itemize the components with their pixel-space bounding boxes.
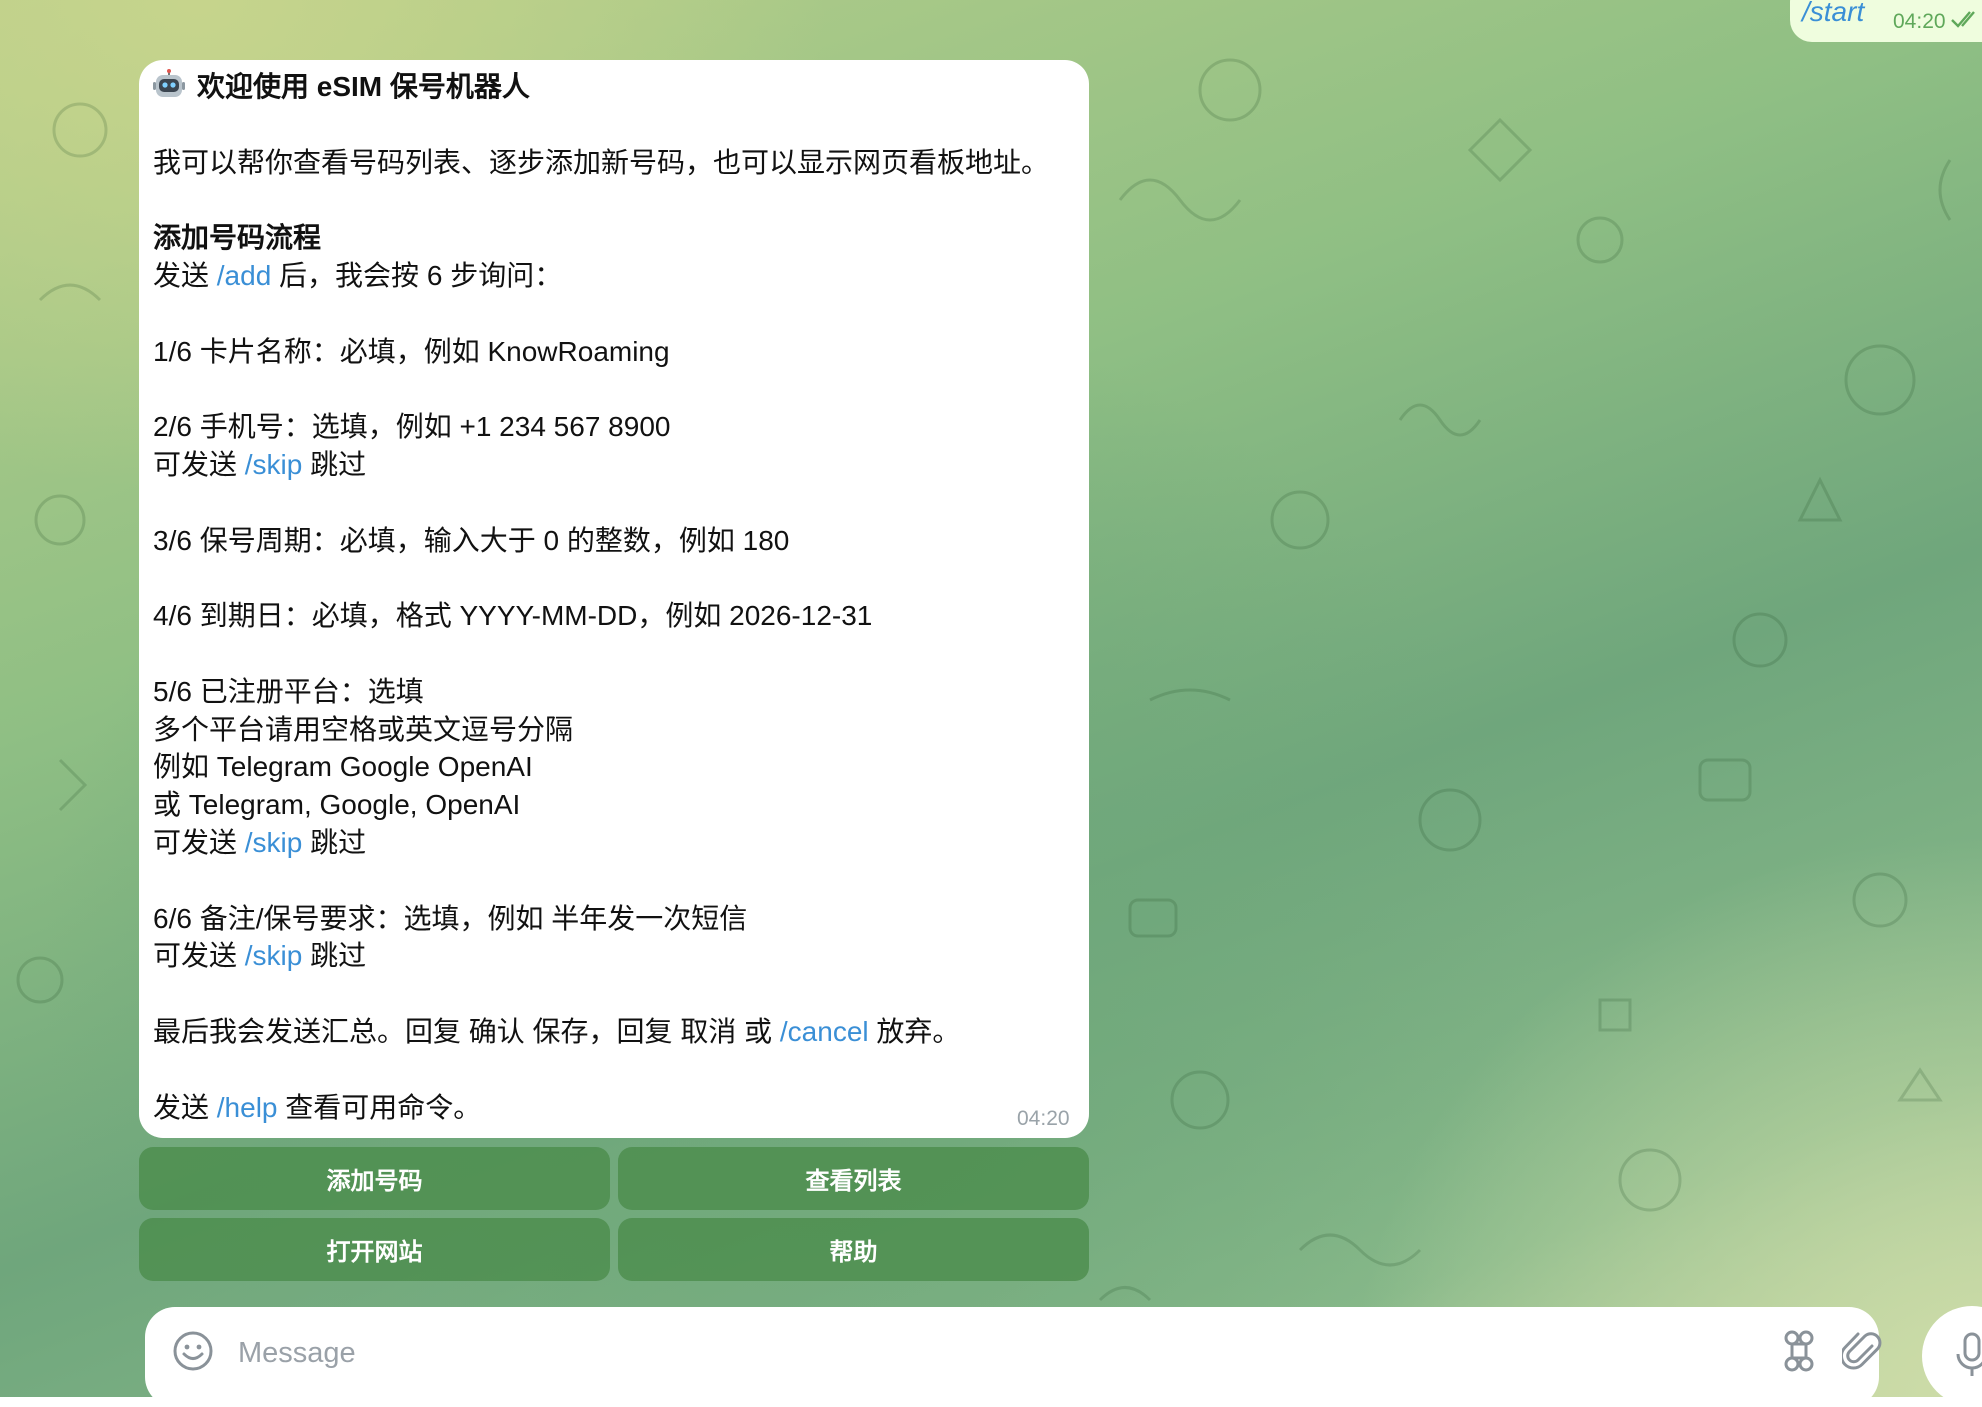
message-text-segment: 跳过	[302, 826, 367, 858]
message-line	[153, 484, 1073, 522]
message-line: 多个平台请用空格或英文逗号分隔	[153, 711, 1073, 749]
message-text-segment: 后，我会按 6 步询问：	[271, 259, 563, 291]
command-icon[interactable]	[1778, 1330, 1820, 1372]
message-line	[153, 295, 1073, 333]
emoji-smile-icon[interactable]	[172, 1330, 214, 1372]
message-text-segment: 3/6 保号周期：必填，输入大于 0 的整数，例如 180	[153, 524, 790, 556]
message-text-segment: 最后我会发送汇总。回复 确认 保存，回复 取消 或	[153, 1015, 780, 1047]
command-link[interactable]: /help	[217, 1092, 278, 1123]
message-line: 我可以帮你查看号码列表、逐步添加新号码，也可以显示网页看板地址。	[153, 144, 1073, 182]
message-text-segment: 多个平台请用空格或英文逗号分隔	[153, 713, 574, 745]
robot-emoji-icon	[153, 69, 185, 97]
message-line: 发送 /add 后，我会按 6 步询问：	[153, 257, 1073, 295]
add-number-button[interactable]: 添加号码	[139, 1147, 610, 1210]
message-line	[153, 559, 1073, 597]
command-link[interactable]: /skip	[245, 940, 303, 971]
outgoing-message-text: /start	[1802, 0, 1865, 27]
message-input[interactable]	[236, 1330, 1740, 1376]
message-line: 5/6 已注册平台：选填	[153, 673, 1073, 711]
message-line: 最后我会发送汇总。回复 确认 保存，回复 取消 或 /cancel 放弃。	[153, 1013, 1073, 1051]
message-line: 4/6 到期日：必填，格式 YYYY-MM-DD，例如 2026-12-31	[153, 597, 1073, 635]
message-text-segment: 发送	[153, 1091, 217, 1123]
message-text-segment: 查看可用命令。	[277, 1091, 482, 1123]
message-text-segment: 发送	[153, 259, 217, 291]
message-line: 2/6 手机号：选填，例如 +1 234 567 8900	[153, 408, 1073, 446]
message-line	[153, 106, 1073, 144]
message-text-segment: 4/6 到期日：必填，格式 YYYY-MM-DD，例如 2026-12-31	[153, 600, 873, 632]
message-line	[153, 1051, 1073, 1089]
message-text-segment: 或 Telegram, Google, OpenAI	[153, 789, 521, 821]
command-link[interactable]: /skip	[245, 827, 303, 858]
message-line: 可发送 /skip 跳过	[153, 937, 1073, 975]
open-website-button[interactable]: 打开网站	[139, 1218, 610, 1281]
message-line: 1/6 卡片名称：必填，例如 KnowRoaming	[153, 333, 1073, 371]
message-line: 欢迎使用 eSIM 保号机器人	[153, 68, 1073, 106]
message-text-segment: 放弃。	[868, 1015, 961, 1047]
command-link[interactable]: /add	[217, 260, 272, 291]
outgoing-message-time: 04:20	[1893, 10, 1946, 33]
message-text-segment: 5/6 已注册平台：选填	[153, 675, 424, 707]
message-text-segment: 1/6 卡片名称：必填，例如 KnowRoaming	[153, 335, 670, 367]
message-line	[153, 370, 1073, 408]
message-line	[153, 975, 1073, 1013]
command-link[interactable]: /cancel	[780, 1016, 869, 1047]
message-line: 可发送 /skip 跳过	[153, 824, 1073, 862]
message-line: 3/6 保号周期：必填，输入大于 0 的整数，例如 180	[153, 522, 1073, 560]
message-line: 发送 /help 查看可用命令。	[153, 1089, 1073, 1127]
bot-message-time: 04:20	[1017, 1107, 1070, 1130]
paperclip-icon[interactable]	[1842, 1328, 1882, 1374]
message-text-segment: 添加号码流程	[153, 222, 322, 254]
message-text-segment: 跳过	[302, 940, 367, 972]
message-line: 添加号码流程	[153, 219, 1073, 257]
message-line: 例如 Telegram Google OpenAI	[153, 748, 1073, 786]
message-text-segment: 例如 Telegram Google OpenAI	[153, 751, 533, 783]
message-line	[153, 181, 1073, 219]
command-link[interactable]: /skip	[245, 449, 303, 480]
message-text-segment: 欢迎使用 eSIM 保号机器人	[197, 71, 530, 102]
bot-message-text: 欢迎使用 eSIM 保号机器人我可以帮你查看号码列表、逐步添加新号码，也可以显示…	[153, 68, 1073, 1126]
message-text-segment: 可发送	[153, 826, 245, 858]
message-text-segment: 可发送	[153, 940, 245, 972]
message-line: 可发送 /skip 跳过	[153, 446, 1073, 484]
double-check-icon	[1951, 11, 1975, 28]
view-list-button[interactable]: 查看列表	[618, 1147, 1089, 1210]
message-text-segment: 6/6 备注/保号要求：选填，例如 半年发一次短信	[153, 902, 748, 934]
message-text-segment: 跳过	[302, 448, 367, 480]
microphone-icon	[1956, 1332, 1982, 1376]
message-line	[153, 635, 1073, 673]
message-line: 或 Telegram, Google, OpenAI	[153, 786, 1073, 824]
message-line	[153, 862, 1073, 900]
message-line: 6/6 备注/保号要求：选填，例如 半年发一次短信	[153, 900, 1073, 938]
help-button[interactable]: 帮助	[618, 1218, 1089, 1281]
message-text-segment: 可发送	[153, 448, 245, 480]
message-text-segment: 我可以帮你查看号码列表、逐步添加新号码，也可以显示网页看板地址。	[153, 146, 1050, 178]
message-text-segment: 2/6 手机号：选填，例如 +1 234 567 8900	[153, 411, 671, 443]
